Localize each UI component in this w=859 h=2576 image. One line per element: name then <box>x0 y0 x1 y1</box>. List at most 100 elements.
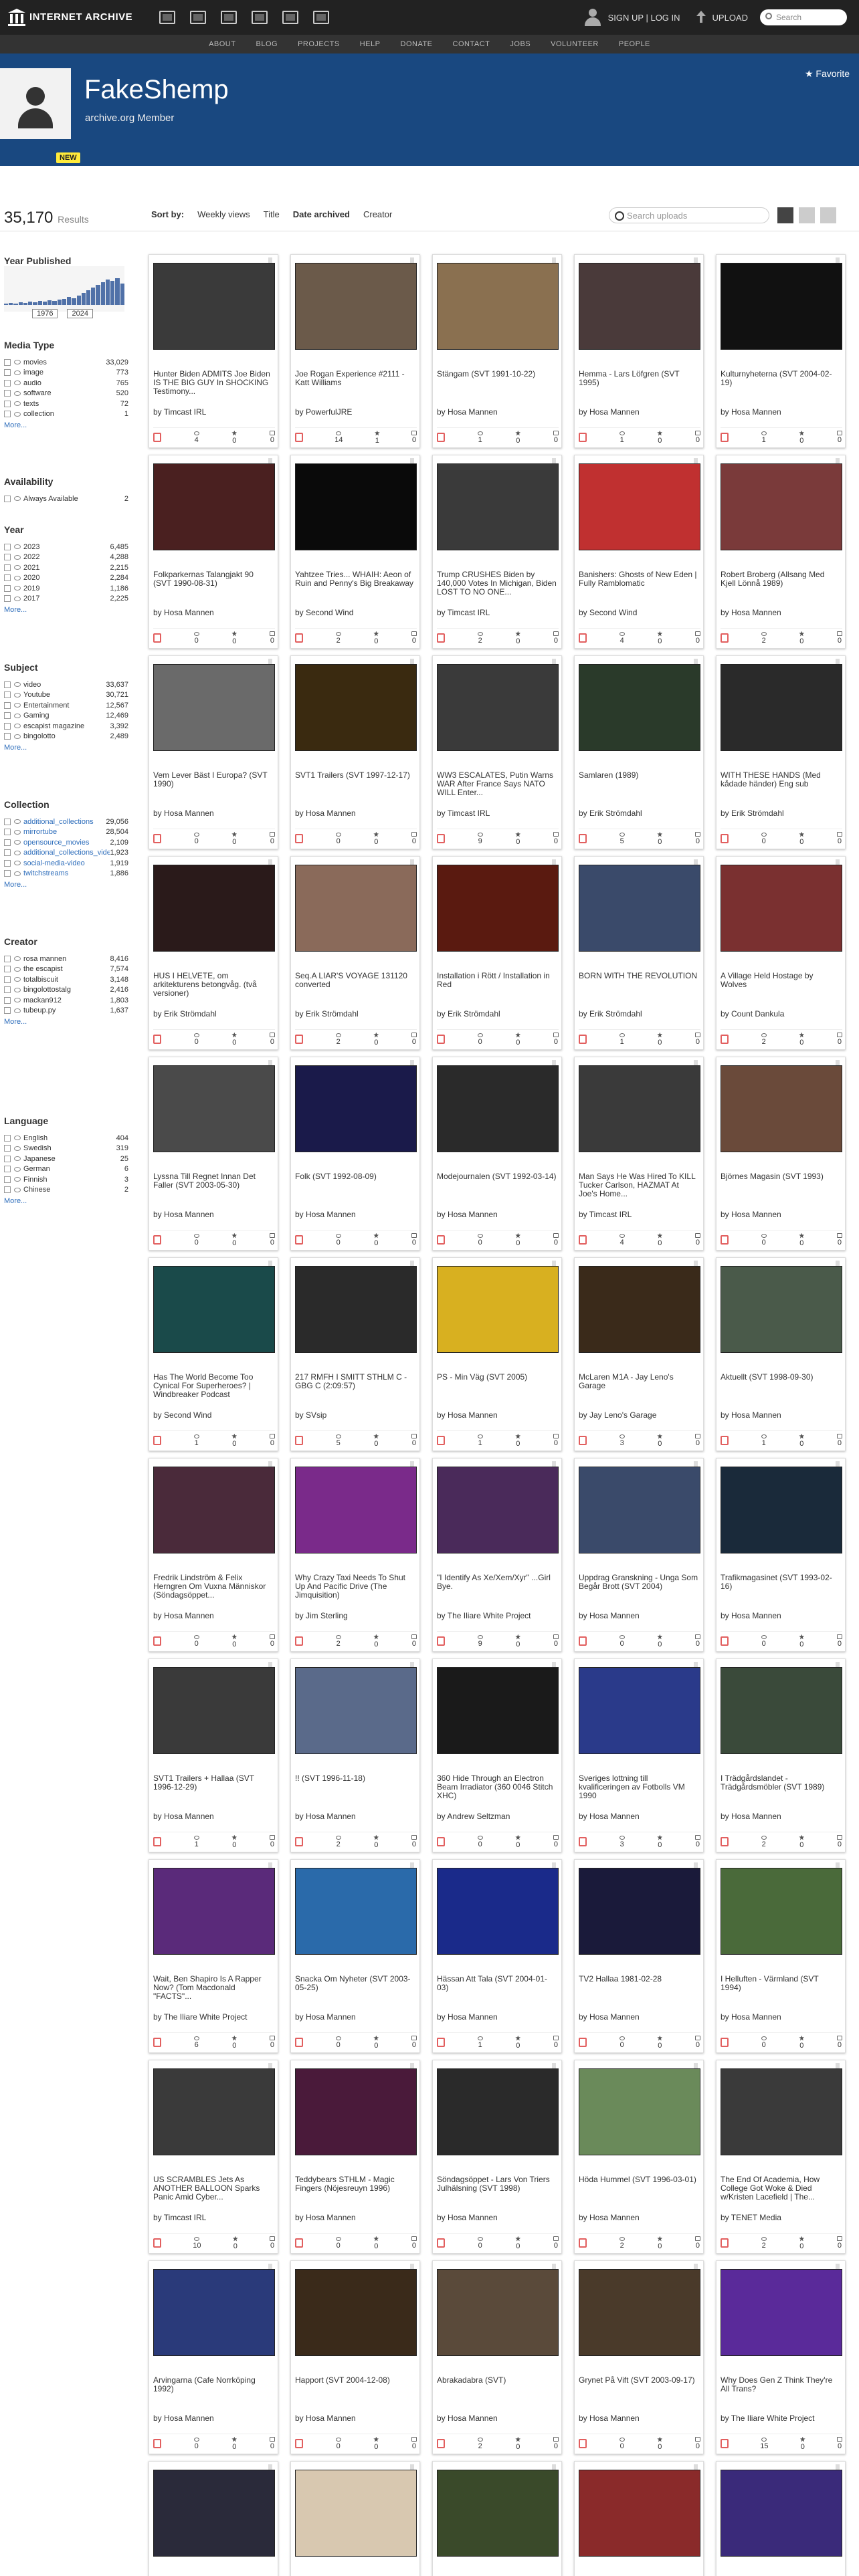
result-tile[interactable]: !! (SVT 1996-11-18) by Hosa Mannen 2 0 0 <box>290 1658 420 1852</box>
eye-icon[interactable] <box>14 596 21 601</box>
eye-icon[interactable] <box>14 724 21 729</box>
checkbox[interactable] <box>4 1166 11 1173</box>
eye-icon[interactable] <box>14 554 21 560</box>
item-title[interactable]: Hunter Biden ADMITS Joe Biden IS THE BIG… <box>153 370 274 396</box>
item-title[interactable]: PS - Min Väg (SVT 2005) <box>437 1373 557 1382</box>
result-tile[interactable]: Why Does Gen Z Think They're All Trans? b… <box>716 2260 846 2454</box>
checkbox[interactable] <box>4 986 11 994</box>
item-thumbnail[interactable] <box>295 2269 417 2356</box>
item-thumbnail[interactable] <box>437 1467 559 1553</box>
facet-item[interactable]: Gaming 12,469 <box>4 711 128 722</box>
item-thumbnail[interactable] <box>579 865 700 952</box>
item-thumbnail[interactable] <box>295 1266 417 1353</box>
facet-item[interactable]: 2021 2,215 <box>4 562 128 573</box>
item-thumbnail[interactable] <box>437 865 559 952</box>
checkbox[interactable] <box>4 574 11 582</box>
facet-item[interactable]: mirrortube 28,504 <box>4 827 128 838</box>
result-tile[interactable] <box>432 2461 562 2576</box>
facet-item[interactable]: movies 33,029 <box>4 357 128 368</box>
facet-item[interactable]: mackan912 1,803 <box>4 995 128 1006</box>
result-tile[interactable]: Söndagsöppet - Lars Von Triers Julhälsni… <box>432 2060 562 2254</box>
eye-icon[interactable] <box>14 391 21 396</box>
result-tile[interactable]: WW3 ESCALATES, Putin Warns WAR After Fra… <box>432 655 562 849</box>
result-tile[interactable]: Folkparkernas Talangjakt 90 (SVT 1990-08… <box>149 455 278 649</box>
item-thumbnail[interactable] <box>295 2068 417 2155</box>
sort-creator[interactable]: Creator <box>363 209 392 219</box>
result-tile[interactable]: WITH THESE HANDS (Med kådade händer) Eng… <box>716 655 846 849</box>
item-thumbnail[interactable] <box>721 664 842 751</box>
item-title[interactable]: Joe Rogan Experience #2111 - Katt Willia… <box>295 370 415 387</box>
facet-item[interactable]: the escapist 7,574 <box>4 964 128 975</box>
checkbox[interactable] <box>4 702 11 709</box>
checkbox[interactable] <box>4 390 11 397</box>
item-title[interactable]: Hemma - Lars Löfgren (SVT 1995) <box>579 370 699 387</box>
checkbox[interactable] <box>4 554 11 561</box>
item-title[interactable]: SVT1 Trailers (SVT 1997-12-17) <box>295 771 415 780</box>
eye-icon[interactable] <box>14 829 21 835</box>
checkbox[interactable] <box>4 400 11 407</box>
checkbox[interactable] <box>4 1145 11 1152</box>
checkbox[interactable] <box>4 839 11 846</box>
facet-item[interactable]: social-media-video 1,919 <box>4 858 128 869</box>
checkbox[interactable] <box>4 543 11 550</box>
facet-item[interactable]: Entertainment 12,567 <box>4 700 128 711</box>
item-thumbnail[interactable] <box>295 1667 417 1754</box>
result-tile[interactable]: Installation i Rött / Installation in Re… <box>432 856 562 1050</box>
result-tile[interactable]: US SCRAMBLES Jets As ANOTHER BALLOON Spa… <box>149 2060 278 2254</box>
item-title[interactable]: HUS I HELVETE, om arkitekturens betongvå… <box>153 972 274 998</box>
facet-item[interactable]: Japanese 25 <box>4 1154 128 1164</box>
item-title[interactable]: Abrakadabra (SVT) <box>437 2376 557 2385</box>
checkbox[interactable] <box>4 1176 11 1183</box>
item-title[interactable]: WW3 ESCALATES, Putin Warns WAR After Fra… <box>437 771 557 797</box>
web-icon[interactable] <box>159 11 176 24</box>
facet-item[interactable]: tubeup.py 1,637 <box>4 1006 128 1016</box>
texts-icon[interactable] <box>190 11 207 24</box>
result-tile[interactable]: BORN WITH THE REVOLUTION by Erik Strömdah… <box>574 856 704 1050</box>
eye-icon[interactable] <box>14 544 21 550</box>
item-thumbnail[interactable] <box>295 2470 417 2557</box>
tab-collections[interactable]: COLLECTIONS <box>185 171 244 183</box>
result-tile[interactable]: Vem Lever Bäst I Europa? (SVT 1990) by Ho… <box>149 655 278 849</box>
eye-icon[interactable] <box>14 1156 21 1162</box>
eye-icon[interactable] <box>14 987 21 992</box>
result-tile[interactable]: Joe Rogan Experience #2111 - Katt Willia… <box>290 254 420 448</box>
item-thumbnail[interactable] <box>437 1065 559 1152</box>
item-title[interactable]: Why Does Gen Z Think They're All Trans? <box>721 2376 841 2393</box>
checkbox[interactable] <box>4 495 11 502</box>
compact-view-icon[interactable] <box>820 207 836 223</box>
item-title[interactable]: "I Identify As Xe/Xem/Xyr" ...Girl Bye. <box>437 1574 557 1591</box>
facet-more-link[interactable]: More... <box>4 1197 128 1205</box>
result-tile[interactable]: The End Of Academia, How College Got Wok… <box>716 2060 846 2254</box>
result-tile[interactable] <box>290 2461 420 2576</box>
eye-icon[interactable] <box>14 966 21 972</box>
subnav-projects[interactable]: PROJECTS <box>298 40 340 48</box>
result-tile[interactable]: 360 Hide Through an Electron Beam Irradi… <box>432 1658 562 1852</box>
top-search-input[interactable]: Search <box>760 9 847 25</box>
item-title[interactable]: Höda Hummel (SVT 1996-03-01) <box>579 2175 699 2184</box>
result-tile[interactable]: I Trädgårdslandet - Trädgårdsmöbler (SVT… <box>716 1658 846 1852</box>
subnav-jobs[interactable]: JOBS <box>510 40 531 48</box>
images-icon[interactable] <box>313 11 330 24</box>
eye-icon[interactable] <box>14 861 21 866</box>
item-title[interactable]: US SCRAMBLES Jets As ANOTHER BALLOON Spa… <box>153 2175 274 2202</box>
eye-icon[interactable] <box>14 496 21 502</box>
checkbox[interactable] <box>4 870 11 877</box>
item-thumbnail[interactable] <box>721 1667 842 1754</box>
checkbox[interactable] <box>4 829 11 836</box>
item-title[interactable]: Seq.A LIAR'S VOYAGE 131120 converted <box>295 972 415 989</box>
facet-item[interactable]: twitchstreams 1,886 <box>4 869 128 879</box>
facet-item[interactable]: English 404 <box>4 1133 128 1144</box>
eye-icon[interactable] <box>14 565 21 570</box>
facet-item[interactable]: video 33,637 <box>4 679 128 690</box>
item-title[interactable]: I Trädgårdslandet - Trädgårdsmöbler (SVT… <box>721 1774 841 1792</box>
facet-item[interactable]: totalbiscuit 3,148 <box>4 974 128 985</box>
item-title[interactable]: Lyssna Till Regnet Innan Det Faller (SVT… <box>153 1172 274 1190</box>
facet-item[interactable]: audio 765 <box>4 378 128 389</box>
result-tile[interactable]: Hemma - Lars Löfgren (SVT 1995) by Hosa M… <box>574 254 704 448</box>
item-thumbnail[interactable] <box>295 1467 417 1553</box>
item-thumbnail[interactable] <box>721 463 842 550</box>
item-thumbnail[interactable] <box>153 1467 275 1553</box>
result-tile[interactable]: Happort (SVT 2004-12-08) by Hosa Mannen 0 0… <box>290 2260 420 2454</box>
facet-item[interactable]: software 520 <box>4 389 128 399</box>
result-tile[interactable]: Uppdrag Granskning - Unga Som Begår Brot… <box>574 1458 704 1652</box>
